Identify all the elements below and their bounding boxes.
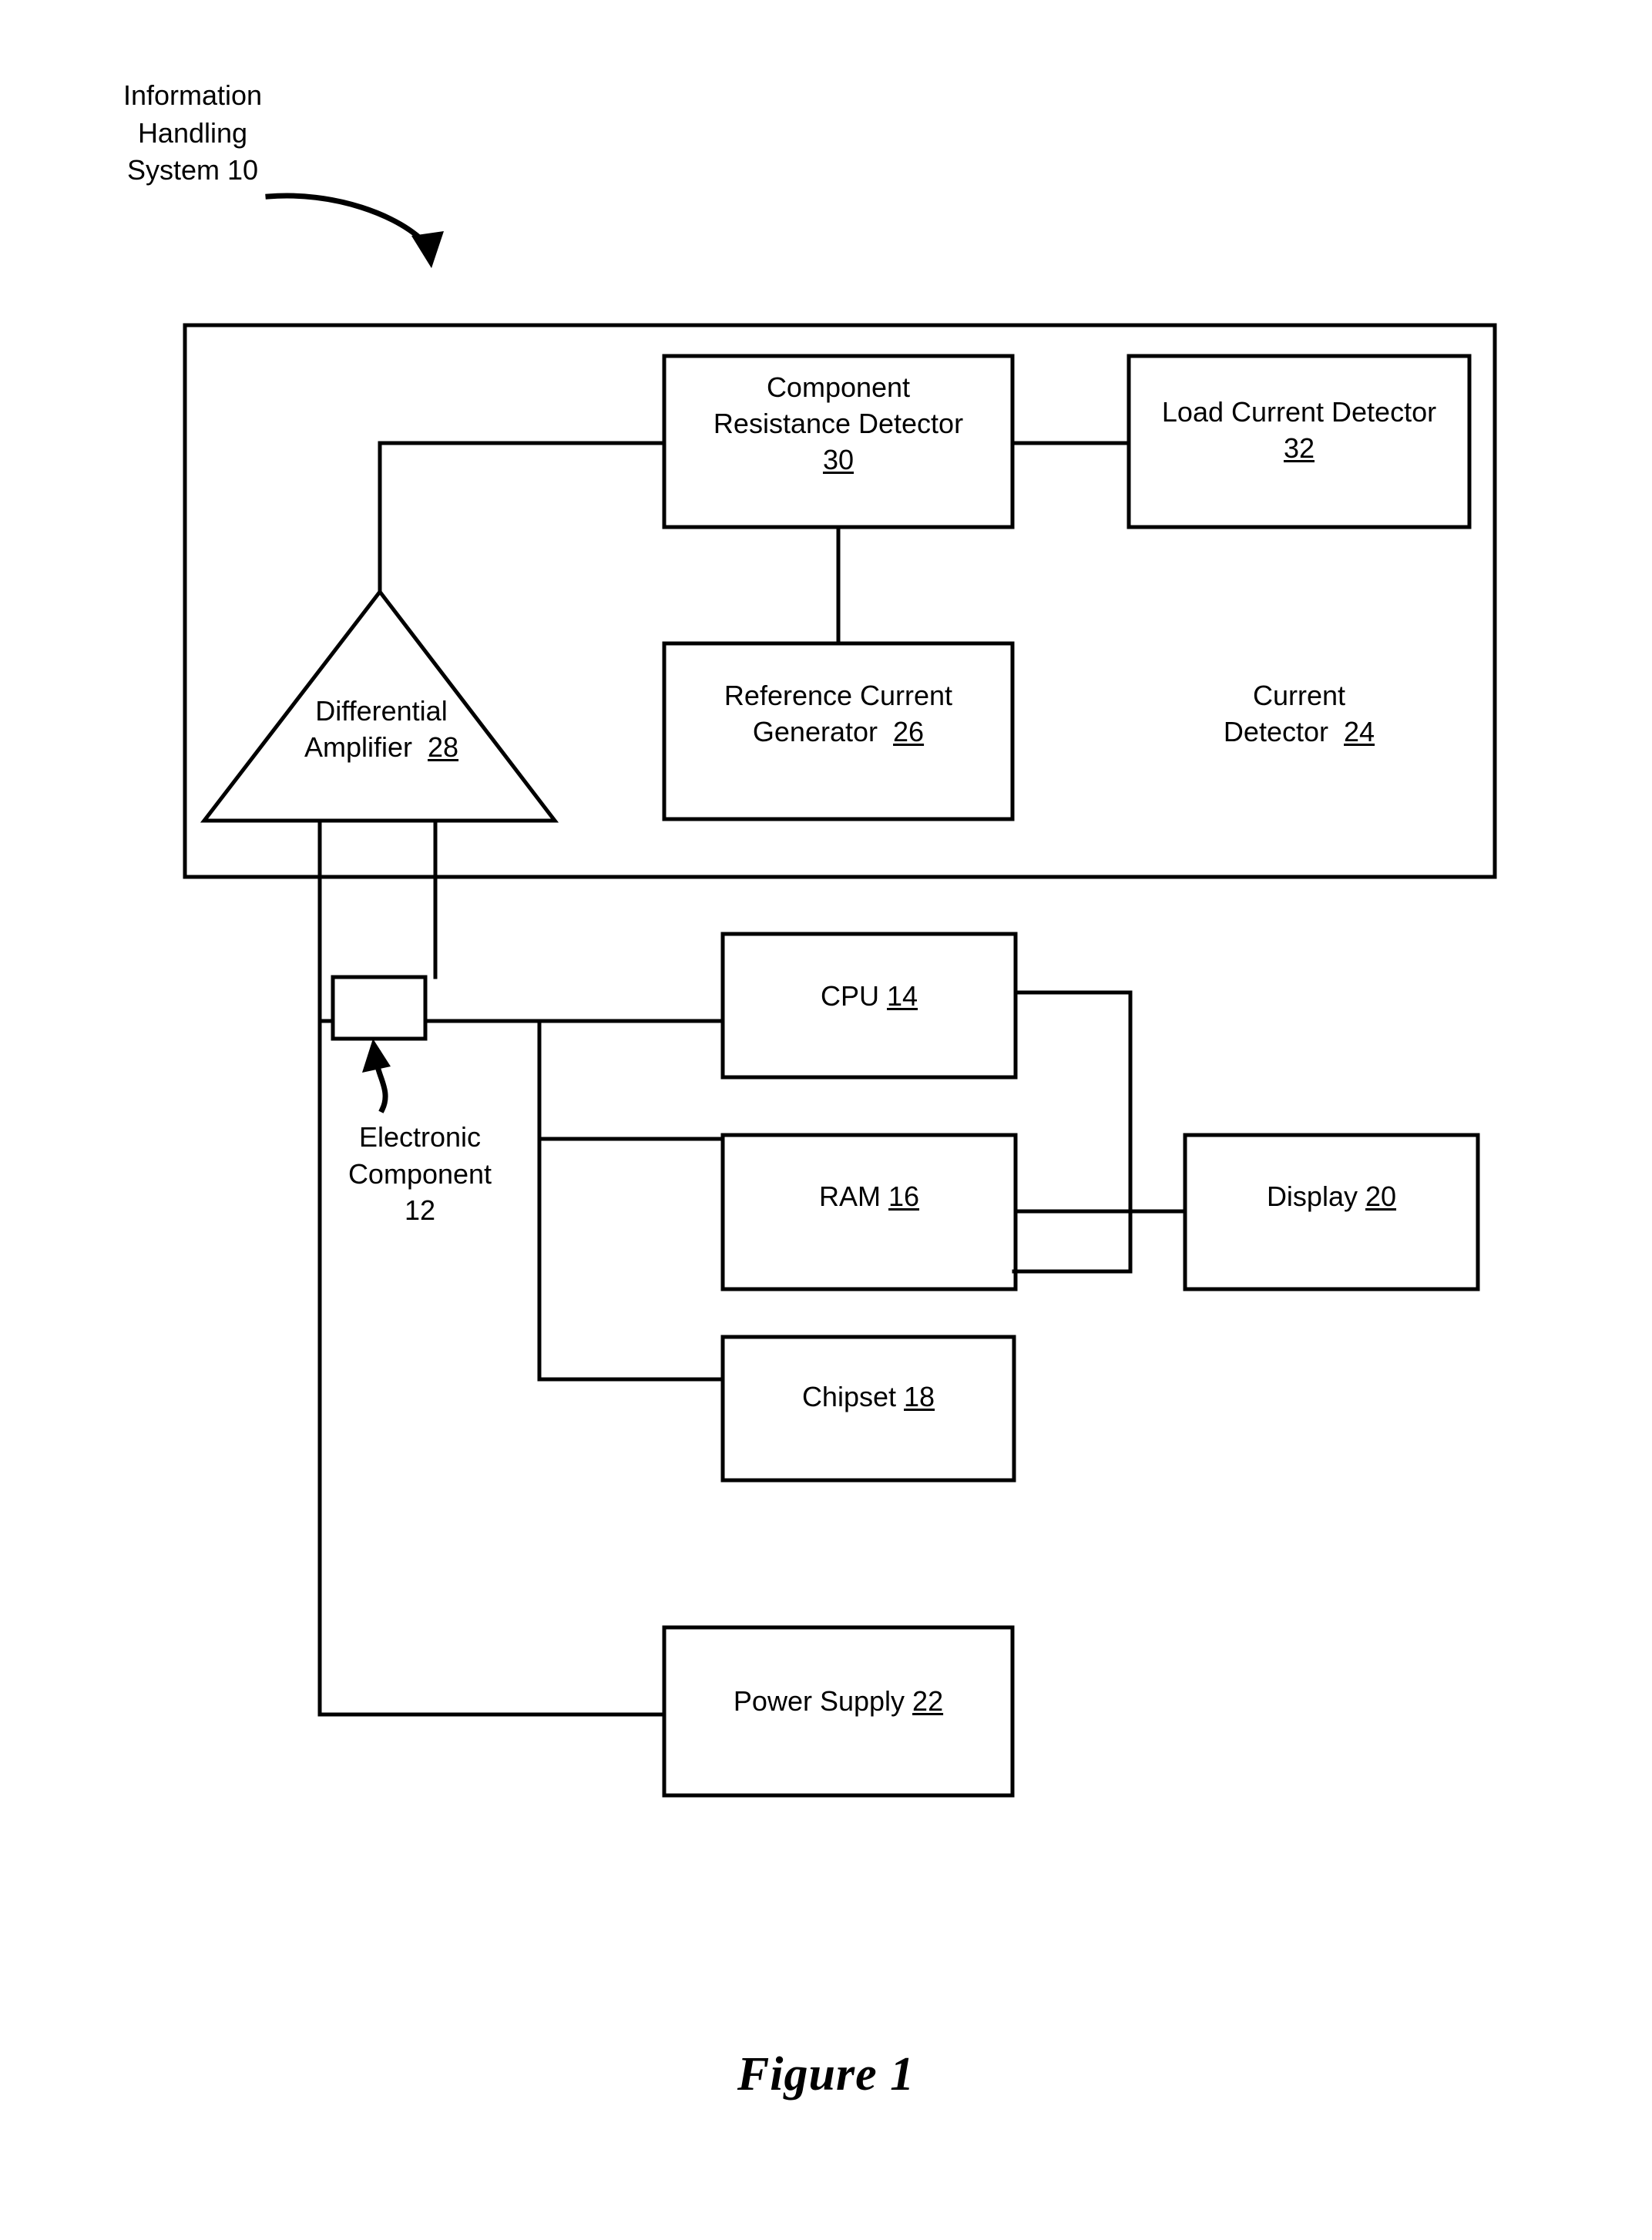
differential-amplifier-label: Differential Amplifier 28 [239,693,524,766]
lcd-ref: 32 [1283,432,1315,464]
lcd-line-1: Load Current Detector [1161,396,1437,428]
power-supply-label: Power Supply 22 [664,1684,1012,1720]
cd-line-2: Detector 24 [1129,714,1469,751]
rcg-line-2-text: Generator [752,715,878,747]
link-crd-to-amplifier [378,441,667,594]
crd-ref: 30 [822,443,855,475]
cpu-label: CPU 14 [723,979,1016,1015]
diagram-canvas [183,193,1497,1798]
cd-ref: 24 [1344,715,1375,747]
ec-ref: 12 [404,1194,436,1227]
load-current-detector-label: Load Current Detector 32 [1129,395,1469,467]
ram-name: RAM [818,1180,881,1212]
figure-caption: Figure 1 [737,2048,915,2101]
ram-label: RAM 16 [723,1179,1016,1215]
patent-figure: Information Handling System 10 Component… [0,0,1652,2240]
ec-line-2: Component [348,1157,492,1190]
rcg-ref: 26 [893,715,925,747]
display-ref: 20 [1365,1180,1397,1212]
cd-line-1: Current [1252,680,1346,711]
system-callout-arrow-line [265,193,432,250]
ec-line-1: Electronic [358,1121,482,1153]
chipset-ref: 18 [904,1381,935,1412]
display-label: Display 20 [1185,1179,1478,1215]
system-callout-arrowhead [411,231,444,268]
system-callout-label: Information Handling System 10 [123,79,263,186]
component-resistance-detector-label: Component Resistance Detector 30 [664,370,1012,478]
chipset-label: Chipset 18 [723,1379,1014,1416]
amp-line-2: Amplifier 28 [239,730,524,766]
power-supply-name: Power Supply [733,1685,905,1717]
power-supply-ref: 22 [912,1685,944,1717]
crd-line-1: Component [766,371,911,403]
cd-line-2-text: Detector [1223,715,1328,747]
rcg-line-2: Generator 26 [664,714,1012,751]
current-detector-label: Current Detector 24 [1129,678,1469,751]
cpu-name: CPU [820,980,879,1012]
electronic-component-label: Electronic Component 12 [324,1119,516,1229]
amp-line-2-text: Amplifier [304,730,412,763]
component-callout-arrowhead [362,1039,391,1073]
rcg-line-1: Reference Current [724,680,953,711]
display-name: Display [1266,1180,1358,1212]
amp-line-1: Differential [315,695,448,727]
chipset-name: Chipset [801,1381,896,1412]
ram-ref: 16 [888,1180,920,1212]
crd-line-2: Resistance Detector [713,407,964,439]
amp-ref: 28 [428,730,459,763]
cpu-ref: 14 [886,980,918,1012]
electronic-component-box [331,975,428,1041]
reference-current-generator-label: Reference Current Generator 26 [664,678,1012,751]
